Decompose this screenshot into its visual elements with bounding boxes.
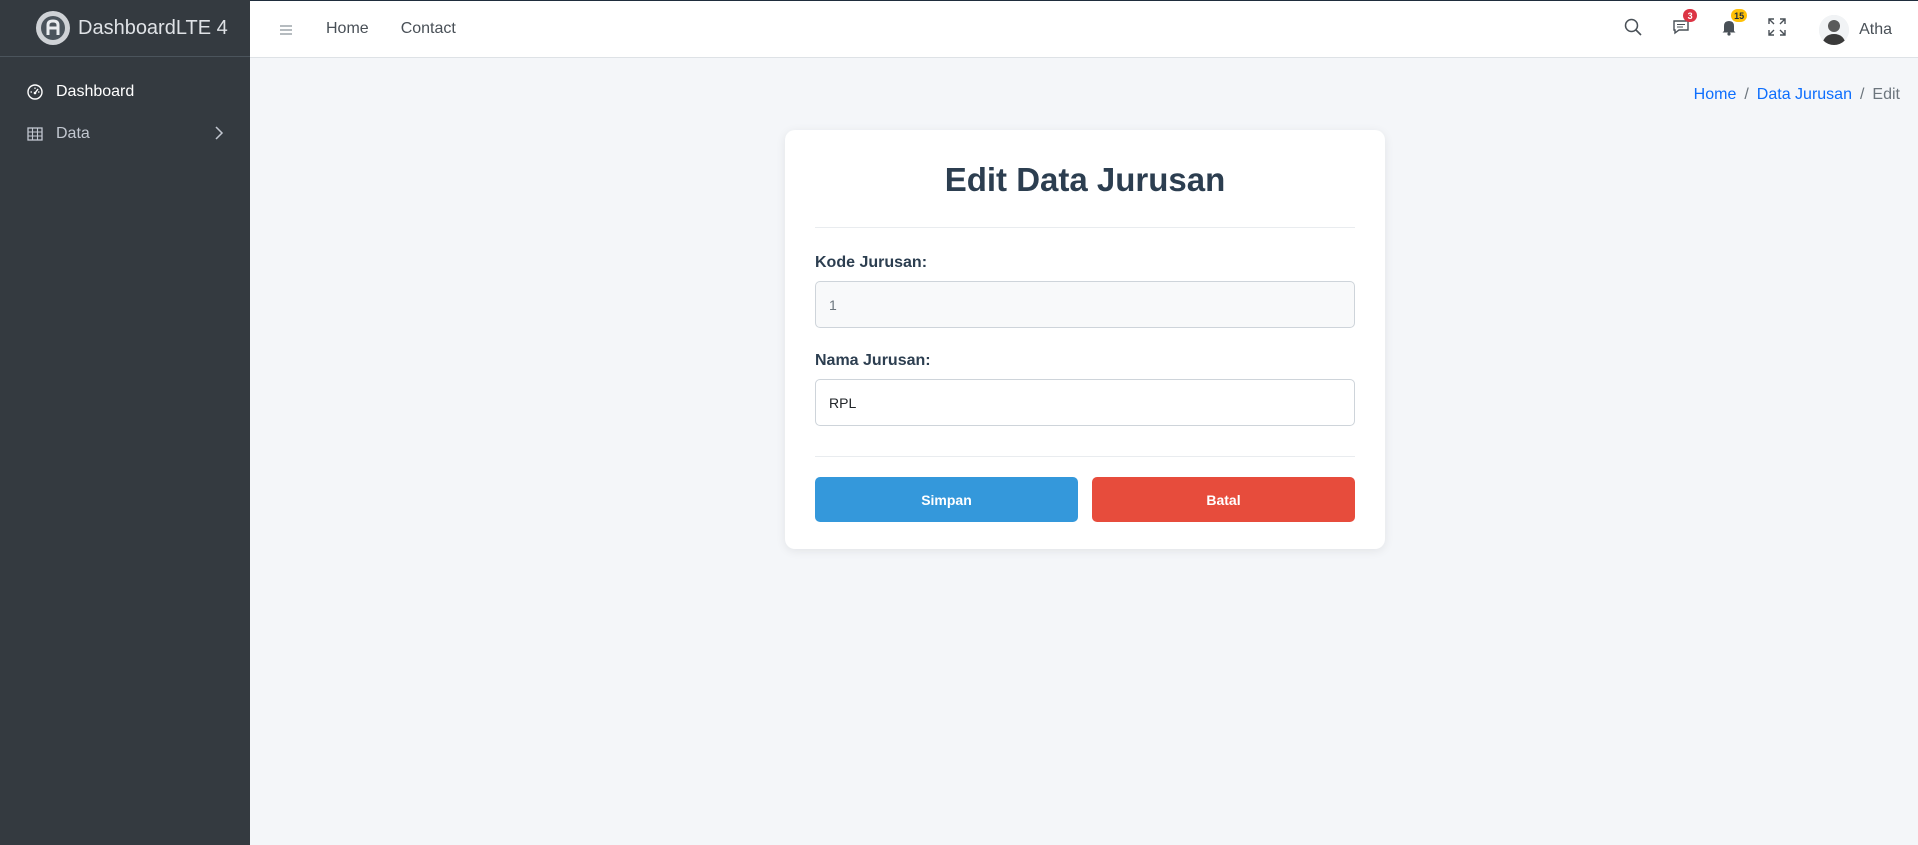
sidebar-item-dashboard[interactable]: Dashboard (0, 71, 250, 113)
sidebar: DashboardLTE 4 Dashboard Data (0, 0, 250, 845)
breadcrumb-separator: / (1744, 86, 1749, 103)
page-title: Edit Data Jurusan (815, 130, 1355, 228)
breadcrumb-data-jurusan[interactable]: Data Jurusan (1757, 86, 1852, 104)
avatar (1819, 14, 1850, 45)
notifications-button[interactable]: 15 (1705, 9, 1753, 41)
chevron-right-icon (214, 126, 224, 145)
nav-link-contact[interactable]: Contact (401, 20, 456, 38)
notifications-badge: 15 (1731, 9, 1748, 22)
brand-link[interactable]: DashboardLTE 4 (0, 0, 250, 57)
sidebar-item-label: Data (56, 125, 90, 142)
user-name: Atha (1859, 20, 1892, 38)
speedometer-icon (26, 83, 44, 101)
breadcrumb-separator: / (1859, 86, 1865, 103)
nama-jurusan-input[interactable]: RPL (815, 379, 1355, 426)
sidebar-item-label: Dashboard (56, 83, 135, 100)
fullscreen-button[interactable] (1753, 18, 1801, 41)
nav-link-home[interactable]: Home (326, 20, 369, 38)
adminlte-logo-icon (36, 11, 70, 45)
hamburger-icon[interactable] (280, 19, 296, 40)
save-button[interactable]: Simpan (815, 477, 1078, 522)
top-navbar: Home Contact 3 15 Atha (250, 0, 1918, 58)
form-divider (815, 456, 1355, 457)
kode-jurusan-input[interactable]: 1 (815, 281, 1355, 328)
cancel-button[interactable]: Batal (1092, 477, 1355, 522)
sidebar-item-data[interactable]: Data (0, 113, 250, 155)
messages-button[interactable]: 3 (1657, 9, 1705, 41)
sidebar-nav: Dashboard Data (0, 57, 250, 155)
edit-form-card: Edit Data Jurusan Kode Jurusan: 1 Nama J… (785, 130, 1385, 549)
form-actions: Simpan Batal (815, 477, 1355, 522)
fullscreen-icon (1768, 18, 1786, 41)
kode-jurusan-label: Kode Jurusan: (815, 254, 928, 271)
nama-jurusan-label: Nama Jurusan: (815, 352, 931, 369)
navbar-tools: 3 15 Atha (1609, 1, 1918, 58)
breadcrumb-home[interactable]: Home (1694, 86, 1737, 104)
search-icon (1624, 18, 1642, 41)
table-icon (26, 125, 44, 143)
messages-badge: 3 (1683, 9, 1698, 22)
brand-text: DashboardLTE 4 (78, 16, 228, 39)
search-button[interactable] (1609, 18, 1657, 41)
user-menu[interactable]: Atha (1819, 14, 1892, 45)
breadcrumb-current: Edit (1872, 86, 1900, 103)
breadcrumb: Home / Data Jurusan / Edit (1694, 86, 1900, 104)
